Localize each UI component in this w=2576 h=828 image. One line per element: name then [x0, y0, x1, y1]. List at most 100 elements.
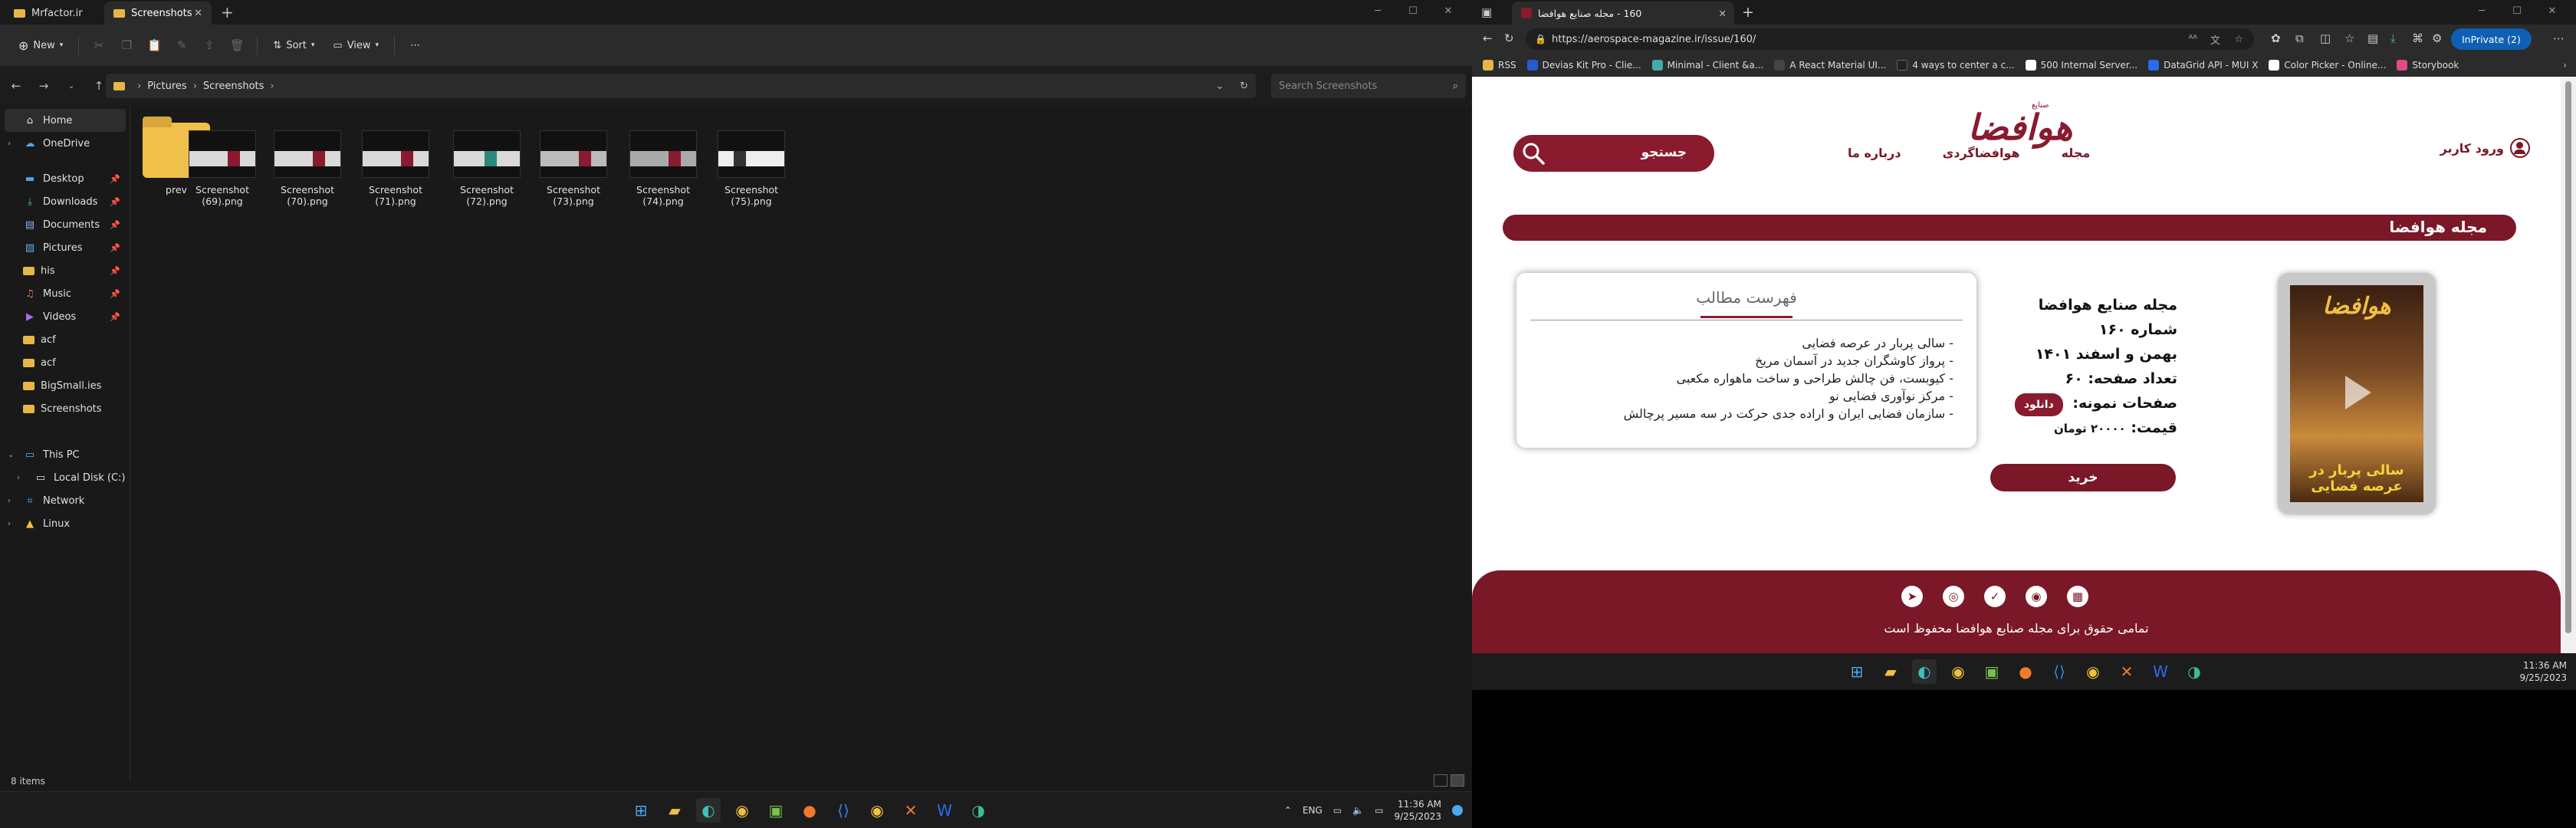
xampp-icon[interactable]: ✕ — [2114, 659, 2139, 684]
battery-icon[interactable]: ▭ — [1375, 805, 1383, 816]
nav-acf[interactable]: acf — [0, 351, 127, 374]
virgool-icon[interactable]: ✓ — [1984, 586, 2006, 607]
inprivate-badge[interactable]: InPrivate (2) — [2451, 28, 2532, 50]
close-tab-icon[interactable]: ✕ — [1719, 8, 1727, 19]
favorites-icon[interactable]: ☆ — [2344, 31, 2354, 45]
history-icon[interactable]: ⌘ — [2412, 31, 2423, 45]
back-icon[interactable]: ← — [1483, 31, 1493, 45]
nav-this-pc[interactable]: ⌄ ▭ This PC — [0, 443, 127, 466]
nav-downloads[interactable]: ⤓ Downloads 📌 — [0, 190, 127, 213]
tab-screenshots[interactable]: Screenshots ✕ — [104, 2, 212, 25]
maximize-icon[interactable]: ☐ — [1395, 0, 1431, 23]
word-icon[interactable]: W — [2148, 659, 2173, 684]
file-item[interactable]: Screenshot (70).png — [269, 115, 346, 207]
edge-dev-icon[interactable]: ◑ — [966, 798, 991, 823]
favorite-item[interactable]: RSS — [1483, 59, 1516, 71]
favorite-item[interactable]: Minimal - Client &a... — [1651, 59, 1763, 71]
minimize-icon[interactable]: ─ — [1360, 0, 1395, 23]
page-scrollbar[interactable] — [2561, 77, 2576, 653]
login-link[interactable]: ورود کاربر — [2440, 138, 2530, 158]
clock[interactable]: 11:36 AM 9/25/2023 — [1394, 798, 1441, 823]
menu-item-about[interactable]: درباره ما — [1848, 146, 1901, 160]
favorite-item[interactable]: 500 Internal Server... — [2025, 59, 2137, 71]
firefox-icon[interactable]: ● — [2013, 659, 2038, 684]
copy-icon[interactable]: ❐ — [113, 38, 140, 52]
nav-local-disk[interactable]: › ▭ Local Disk (C:) — [0, 466, 127, 489]
file-explorer-icon[interactable]: ▰ — [662, 798, 687, 823]
chevron-right-icon[interactable]: › — [8, 140, 11, 148]
magazine-cover[interactable]: هوافضا سالی پربار در عرصه فضایی — [2278, 273, 2436, 514]
aparat-icon[interactable]: ◉ — [2026, 586, 2047, 607]
tab-actions-icon[interactable]: ▣ — [1481, 5, 1492, 19]
read-aloud-icon[interactable]: ᴬᴬ — [2189, 34, 2197, 45]
network-icon[interactable]: ▭ — [1333, 805, 1342, 816]
language-indicator[interactable]: ENG — [1303, 805, 1322, 816]
search-input[interactable]: Search Screenshots ⌕ — [1271, 74, 1466, 98]
file-item[interactable]: Screenshot (69).png — [184, 115, 261, 207]
browser-tab[interactable]: 160 - مجله صنایع هوافضا ✕ — [1512, 2, 1734, 25]
new-tab-icon[interactable]: + — [221, 3, 234, 21]
nav-desktop[interactable]: ▬ Desktop 📌 — [0, 167, 127, 190]
nav-documents[interactable]: ▤ Documents 📌 — [0, 213, 127, 236]
instagram-icon[interactable]: ◎ — [1943, 586, 1964, 607]
settings-icon[interactable]: ⚙ — [2432, 31, 2442, 45]
nav-onedrive[interactable]: › ☁ OneDrive — [0, 132, 127, 155]
collections-icon[interactable]: ▤ — [2367, 31, 2378, 45]
nav-network[interactable]: › ⌗ Network — [0, 489, 127, 512]
details-view-icon[interactable] — [1434, 774, 1447, 787]
file-item[interactable]: Screenshot (73).png — [535, 115, 612, 207]
extension-icon[interactable]: ✿ — [2271, 31, 2281, 45]
share-icon[interactable]: ⇪ — [196, 38, 223, 52]
close-icon[interactable]: ✕ — [2535, 0, 2570, 23]
address-bar[interactable]: › Pictures › Screenshots › ⌄ ↻ — [106, 74, 1256, 98]
nav-linux[interactable]: › ▲ Linux — [0, 512, 127, 535]
split-screen-icon[interactable]: ◫ — [2320, 31, 2331, 45]
buy-button[interactable]: خرید — [1990, 464, 2176, 491]
favorite-item[interactable]: Color Picker - Online... — [2269, 59, 2386, 71]
close-tab-icon[interactable]: ✕ — [194, 8, 202, 19]
play-icon[interactable] — [2345, 376, 2371, 409]
chevron-right-icon[interactable]: › — [8, 520, 11, 528]
edge-icon[interactable]: ◐ — [696, 798, 721, 823]
chevron-right-icon[interactable]: › — [2563, 60, 2567, 71]
file-item[interactable]: Screenshot (72).png — [449, 115, 525, 207]
forward-icon[interactable]: → — [32, 79, 55, 93]
chrome-icon[interactable]: ◉ — [865, 798, 889, 823]
nav-music[interactable]: ♫ Music 📌 — [0, 282, 127, 305]
favorite-item[interactable]: A React Material UI... — [1774, 59, 1886, 71]
nav-pictures[interactable]: ▨ Pictures 📌 — [0, 236, 127, 259]
view-button[interactable]: ▭ View ▾ — [324, 32, 388, 58]
cut-icon[interactable]: ✂ — [85, 38, 113, 52]
file-item[interactable]: Screenshot (74).png — [625, 115, 702, 207]
vscode-icon[interactable]: ⟨⟩ — [831, 798, 856, 823]
scrollbar-thumb[interactable] — [2565, 81, 2571, 633]
new-button[interactable]: ⊕ New ▾ — [9, 32, 72, 58]
minimize-icon[interactable]: ─ — [2464, 0, 2499, 23]
tiles-view-icon[interactable] — [1451, 774, 1464, 787]
chevron-down-icon[interactable]: ⌄ — [8, 451, 14, 459]
favorite-star-icon[interactable]: ☆ — [2234, 34, 2243, 45]
nav-his[interactable]: his 📌 — [0, 259, 127, 282]
edge-dev-icon[interactable]: ◑ — [2182, 659, 2206, 684]
volume-icon[interactable]: 🔈 — [1352, 805, 1364, 816]
close-icon[interactable]: ✕ — [1431, 0, 1466, 23]
linkedin-icon[interactable]: ▦ — [2067, 586, 2088, 607]
breadcrumb-screenshots[interactable]: Screenshots — [203, 80, 264, 92]
back-icon[interactable]: ← — [5, 79, 28, 93]
refresh-icon[interactable]: ⌄ ↻ — [1216, 80, 1248, 92]
refresh-icon[interactable]: ↻ — [1504, 31, 1514, 45]
clock[interactable]: 11:36 AM 9/25/2023 — [2519, 659, 2567, 684]
notification-icon[interactable] — [1452, 805, 1463, 816]
edge-icon[interactable]: ◐ — [1912, 659, 1937, 684]
app-icon[interactable]: ▣ — [764, 798, 788, 823]
xampp-icon[interactable]: ✕ — [899, 798, 923, 823]
favorite-item[interactable]: 4 ways to center a c... — [1897, 59, 2015, 71]
more-options-button[interactable]: ⋯ — [401, 32, 429, 58]
chevron-up-icon[interactable]: ⌃ — [1284, 805, 1292, 816]
start-icon[interactable]: ⊞ — [1845, 659, 1869, 684]
firefox-icon[interactable]: ● — [797, 798, 822, 823]
recent-locations-icon[interactable]: ⌄ — [60, 82, 83, 90]
file-item[interactable]: Screenshot (71).png — [357, 115, 434, 207]
nav-acf[interactable]: acf — [0, 328, 127, 351]
delete-icon[interactable]: 🗑 — [223, 38, 251, 52]
